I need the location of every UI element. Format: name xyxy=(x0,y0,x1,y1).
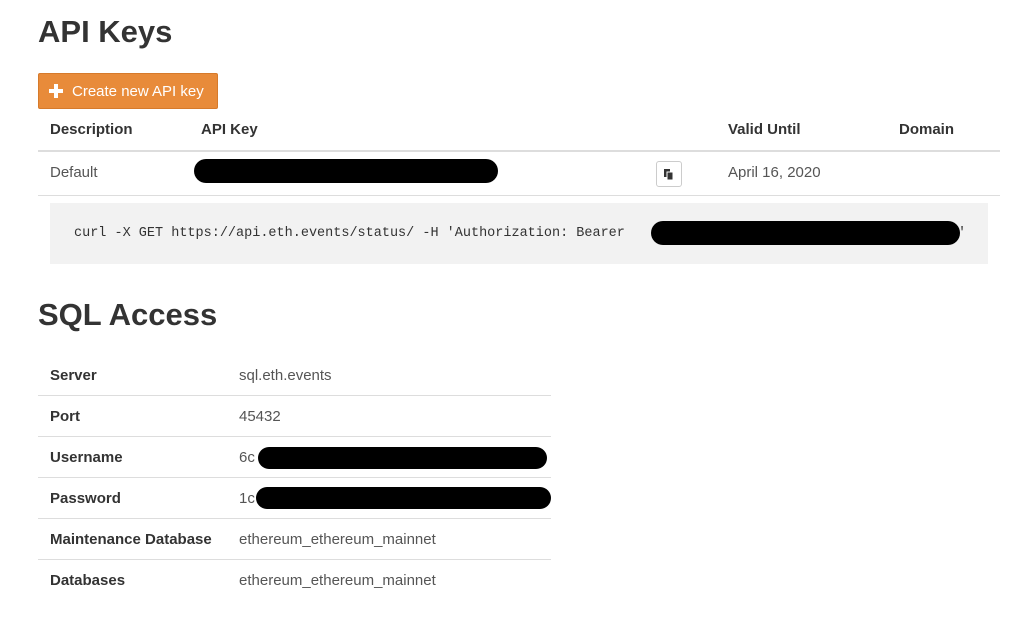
sql-value: 1c xyxy=(239,490,255,507)
sql-value: sql.eth.events xyxy=(239,367,332,384)
api-keys-title: API Keys xyxy=(38,14,173,49)
sql-row-username: Username 6c xyxy=(38,437,551,478)
sql-value: ethereum_ethereum_mainnet xyxy=(239,572,436,589)
sql-label: Port xyxy=(50,408,80,425)
column-header-api-key: API Key xyxy=(201,121,258,138)
create-api-key-button[interactable]: Create new API key xyxy=(38,73,218,109)
sql-label: Databases xyxy=(50,572,126,589)
sql-label: Server xyxy=(50,367,97,384)
api-keys-table: Description API Key Valid Until Domain D… xyxy=(38,112,1000,196)
sql-value: 45432 xyxy=(239,408,281,425)
sql-value: ethereum_ethereum_mainnet xyxy=(239,531,436,548)
sql-row-server: Server sql.eth.events xyxy=(38,355,551,396)
plus-icon xyxy=(49,84,63,98)
api-key-description: Default xyxy=(50,164,98,181)
table-row: Default April 16, 2020 xyxy=(38,152,1000,196)
sql-row-databases: Databases ethereum_ethereum_mainnet xyxy=(38,560,551,600)
sql-access-table: Server sql.eth.events Port 45432 Usernam… xyxy=(38,355,551,600)
copy-api-key-button[interactable] xyxy=(656,161,682,187)
curl-example-tail: ' xyxy=(958,226,967,241)
sql-label: Maintenance Database xyxy=(50,531,212,548)
redacted-password xyxy=(256,487,551,509)
create-api-key-label: Create new API key xyxy=(72,82,204,100)
column-header-description: Description xyxy=(50,121,133,138)
curl-example-box: curl -X GET https://api.eth.events/statu… xyxy=(50,203,988,264)
sql-row-maintenance-database: Maintenance Database ethereum_ethereum_m… xyxy=(38,519,551,560)
sql-row-port: Port 45432 xyxy=(38,396,551,437)
sql-label: Username xyxy=(50,449,123,466)
page: API Keys Create new API key Description … xyxy=(0,0,1010,619)
redacted-bearer-token xyxy=(651,221,960,245)
api-key-valid-until: April 16, 2020 xyxy=(728,164,821,181)
sql-label: Password xyxy=(50,490,121,507)
api-keys-table-header: Description API Key Valid Until Domain xyxy=(38,112,1000,152)
copy-icon xyxy=(664,168,674,180)
curl-example-code: curl -X GET https://api.eth.events/statu… xyxy=(74,226,633,241)
sql-access-title: SQL Access xyxy=(38,297,218,332)
sql-row-password: Password 1c xyxy=(38,478,551,519)
sql-value: 6c xyxy=(239,449,255,466)
column-header-valid-until: Valid Until xyxy=(728,121,801,138)
redacted-api-key xyxy=(194,159,498,183)
column-header-domain: Domain xyxy=(899,121,955,138)
redacted-username xyxy=(258,447,547,469)
